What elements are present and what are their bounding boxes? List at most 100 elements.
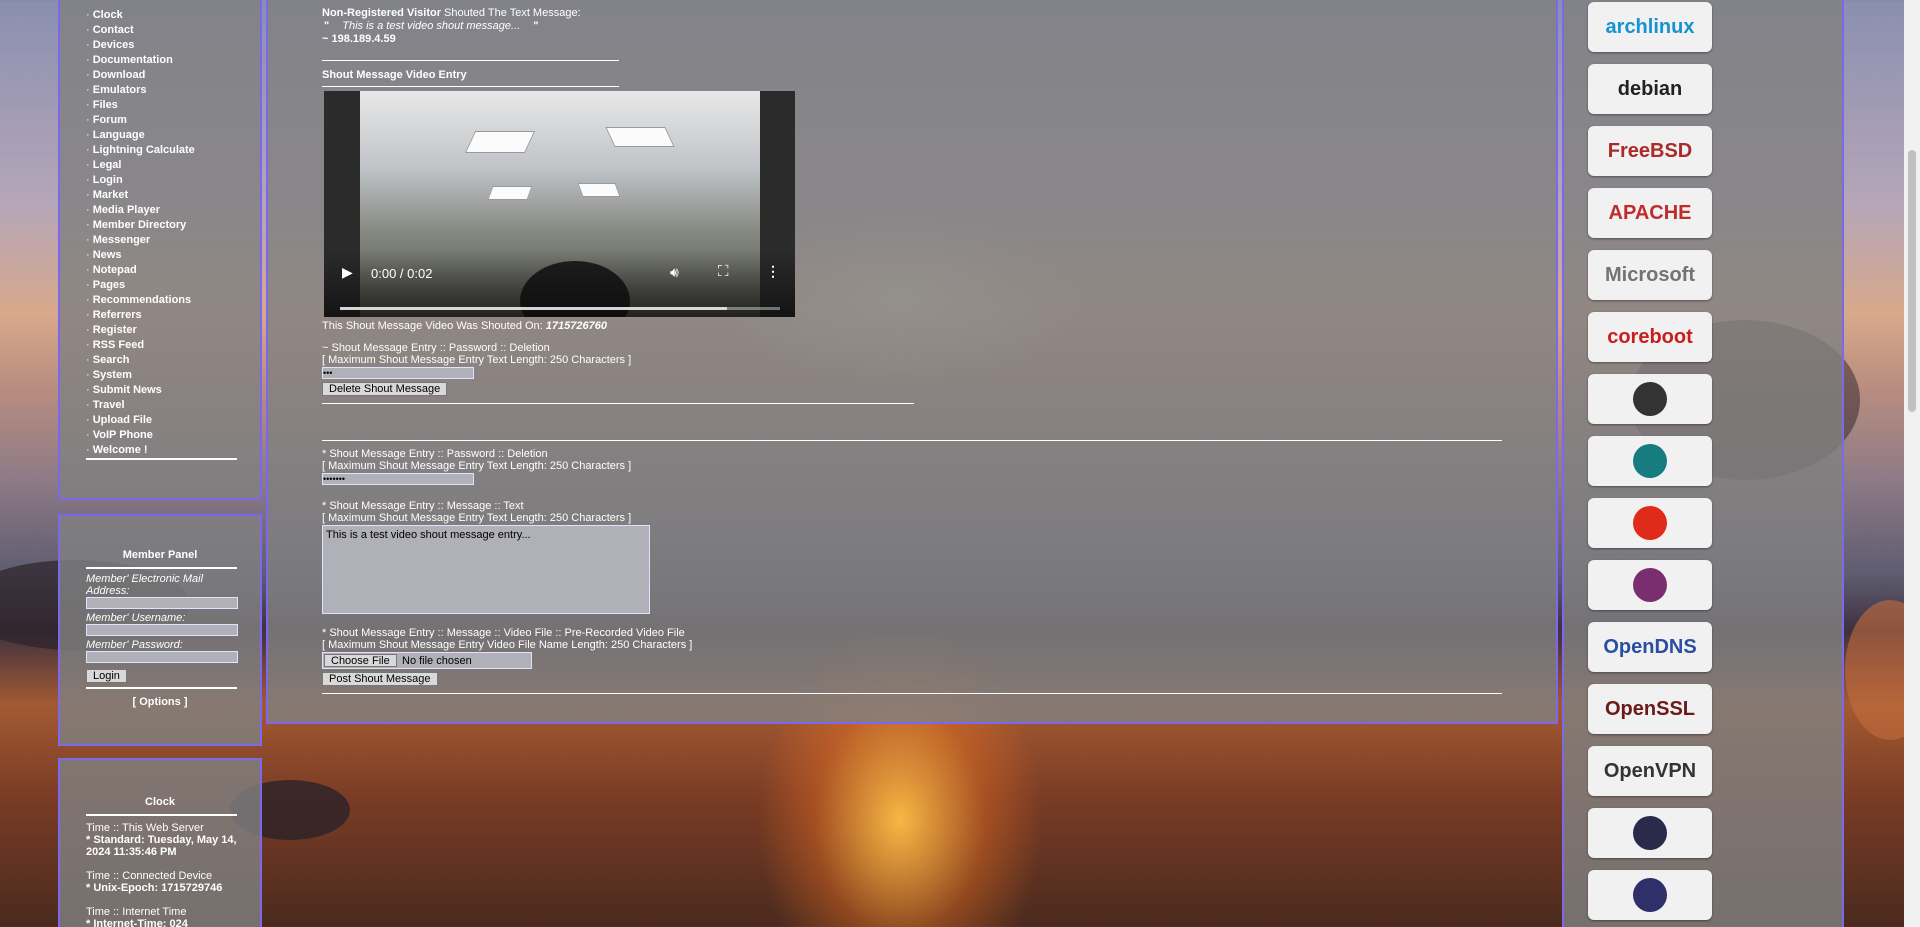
delete-heading: ~ Shout Message Entry :: Password :: Del… [322, 342, 550, 354]
nav-link-notepad[interactable]: Notepad [93, 264, 137, 276]
ceiling-light [487, 186, 533, 200]
nav-item: Files [86, 98, 260, 113]
nav-link-messenger[interactable]: Messenger [93, 234, 150, 246]
choose-file-button[interactable]: Choose File [324, 654, 397, 667]
page-scrollbar[interactable] [1904, 0, 1920, 927]
nav-link-language[interactable]: Language [93, 129, 145, 141]
archlinux-logo[interactable]: archlinux [1588, 2, 1712, 52]
openvpn-logo[interactable]: OpenVPN [1588, 746, 1712, 796]
nav-item: Contact [86, 23, 260, 38]
nav-link-upload-file[interactable]: Upload File [93, 414, 152, 426]
shout-header: Non-Registered Visitor Shouted The Text … [322, 7, 581, 19]
form-text-heading: * Shout Message Entry :: Message :: Text [322, 500, 524, 512]
opendns-logo-label: OpenDNS [1603, 635, 1697, 658]
microsoft-logo[interactable]: Microsoft [1588, 250, 1712, 300]
nav-link-referrers[interactable]: Referrers [93, 309, 142, 321]
fullscreen-icon[interactable]: ⛶ [718, 263, 729, 280]
apache-logo[interactable]: APACHE [1588, 188, 1712, 238]
keys-icon [1633, 816, 1667, 850]
nav-item: Market [86, 188, 260, 203]
options-link[interactable]: [ Options ] [60, 696, 260, 708]
debian-logo[interactable]: debian [1588, 64, 1712, 114]
nav-link-welcome[interactable]: Welcome ! [93, 444, 148, 456]
lotus-logo[interactable] [1588, 560, 1712, 610]
nav-link-contact[interactable]: Contact [93, 24, 134, 36]
nav-link-devices[interactable]: Devices [93, 39, 135, 51]
openssl-logo[interactable]: OpenSSL [1588, 684, 1712, 734]
keepass-icon [1633, 878, 1667, 912]
nav-item: Download [86, 68, 260, 83]
tomato-logo[interactable] [1588, 498, 1712, 548]
nav-link-documentation[interactable]: Documentation [93, 54, 173, 66]
keys-logo[interactable] [1588, 808, 1712, 858]
tomato-icon [1633, 506, 1667, 540]
nav-link-recommendations[interactable]: Recommendations [93, 294, 191, 306]
nav-item: Clock [86, 8, 260, 23]
nav-link-news[interactable]: News [93, 249, 122, 261]
debian-logo-label: debian [1617, 77, 1683, 100]
play-icon[interactable]: ▶ [342, 264, 353, 281]
nav-link-clock[interactable]: Clock [93, 9, 123, 21]
nav-item: Login [86, 173, 260, 188]
more-options-icon[interactable]: ⋮ [766, 263, 780, 280]
shout-ip-address: ~ 198.189.4.59 [322, 33, 396, 45]
password-field[interactable] [86, 651, 238, 663]
nav-link-media-player[interactable]: Media Player [93, 204, 160, 216]
nav-link-member-directory[interactable]: Member Directory [93, 219, 187, 231]
username-field[interactable] [86, 624, 238, 636]
archlinux-logo-label: archlinux [1605, 15, 1695, 38]
coreboot-logo[interactable]: coreboot [1588, 312, 1712, 362]
openvpn-logo-label: OpenVPN [1603, 759, 1697, 782]
scrollbar-thumb[interactable] [1908, 150, 1916, 412]
nav-link-emulators[interactable]: Emulators [93, 84, 147, 96]
nav-link-market[interactable]: Market [93, 189, 128, 201]
nav-link-voip-phone[interactable]: VoIP Phone [93, 429, 153, 441]
nav-item: Recommendations [86, 293, 260, 308]
nav-item: Lightning Calculate [86, 143, 260, 158]
delete-password-field[interactable] [322, 367, 474, 379]
lineageos-logo[interactable] [1588, 436, 1712, 486]
nav-item: VoIP Phone [86, 428, 260, 443]
volume-icon[interactable]: 🔊︎ [670, 264, 679, 281]
nav-link-lightning-calculate[interactable]: Lightning Calculate [93, 144, 195, 156]
message-textarea[interactable]: This is a test video shout message entry… [322, 525, 650, 614]
form-password-field[interactable] [322, 473, 474, 485]
microsoft-logo-label: Microsoft [1605, 263, 1695, 286]
nav-link-submit-news[interactable]: Submit News [93, 384, 162, 396]
nav-item: Emulators [86, 83, 260, 98]
nav-item: Upload File [86, 413, 260, 428]
nav-link-pages[interactable]: Pages [93, 279, 125, 291]
nav-link-download[interactable]: Download [93, 69, 146, 81]
freebsd-logo[interactable]: FreeBSD [1588, 126, 1712, 176]
ceiling-light [605, 127, 675, 147]
terminal-logo[interactable] [1588, 374, 1712, 424]
shouted-on-value: 1715726760 [545, 320, 607, 332]
form-password-max: [ Maximum Shout Message Entry Text Lengt… [322, 460, 632, 472]
shout-message-line: " This is a test video shout message... … [324, 20, 538, 32]
nav-link-search[interactable]: Search [93, 354, 130, 366]
nav-link-login[interactable]: Login [93, 174, 123, 186]
nav-link-travel[interactable]: Travel [93, 399, 125, 411]
nav-item: System [86, 368, 260, 383]
file-picker[interactable]: Choose File No file chosen [322, 652, 532, 669]
password-label: Member' Password: [86, 639, 183, 651]
login-button[interactable]: Login [86, 669, 127, 683]
keepass-logo[interactable] [1588, 870, 1712, 920]
nav-link-legal[interactable]: Legal [93, 159, 122, 171]
video-progress-bar[interactable] [340, 307, 780, 310]
delete-shout-button[interactable]: Delete Shout Message [322, 382, 448, 396]
coreboot-logo-label: coreboot [1607, 325, 1693, 348]
divider [322, 440, 1502, 441]
clock-panel-title: Clock [145, 796, 175, 808]
nav-link-system[interactable]: System [93, 369, 132, 381]
nav-link-forum[interactable]: Forum [93, 114, 127, 126]
nav-link-files[interactable]: Files [93, 99, 118, 111]
email-field[interactable] [86, 597, 238, 609]
nav-link-register[interactable]: Register [93, 324, 137, 336]
post-shout-button[interactable]: Post Shout Message [322, 672, 438, 686]
video-player[interactable]: ▶ 0:00 / 0:02 🔊︎ ⛶ ⋮ [324, 91, 795, 317]
opendns-logo[interactable]: OpenDNS [1588, 622, 1712, 672]
divider [322, 60, 619, 61]
nav-link-rss-feed[interactable]: RSS Feed [93, 339, 144, 351]
server-time-heading: Time :: This Web Server [86, 822, 204, 834]
